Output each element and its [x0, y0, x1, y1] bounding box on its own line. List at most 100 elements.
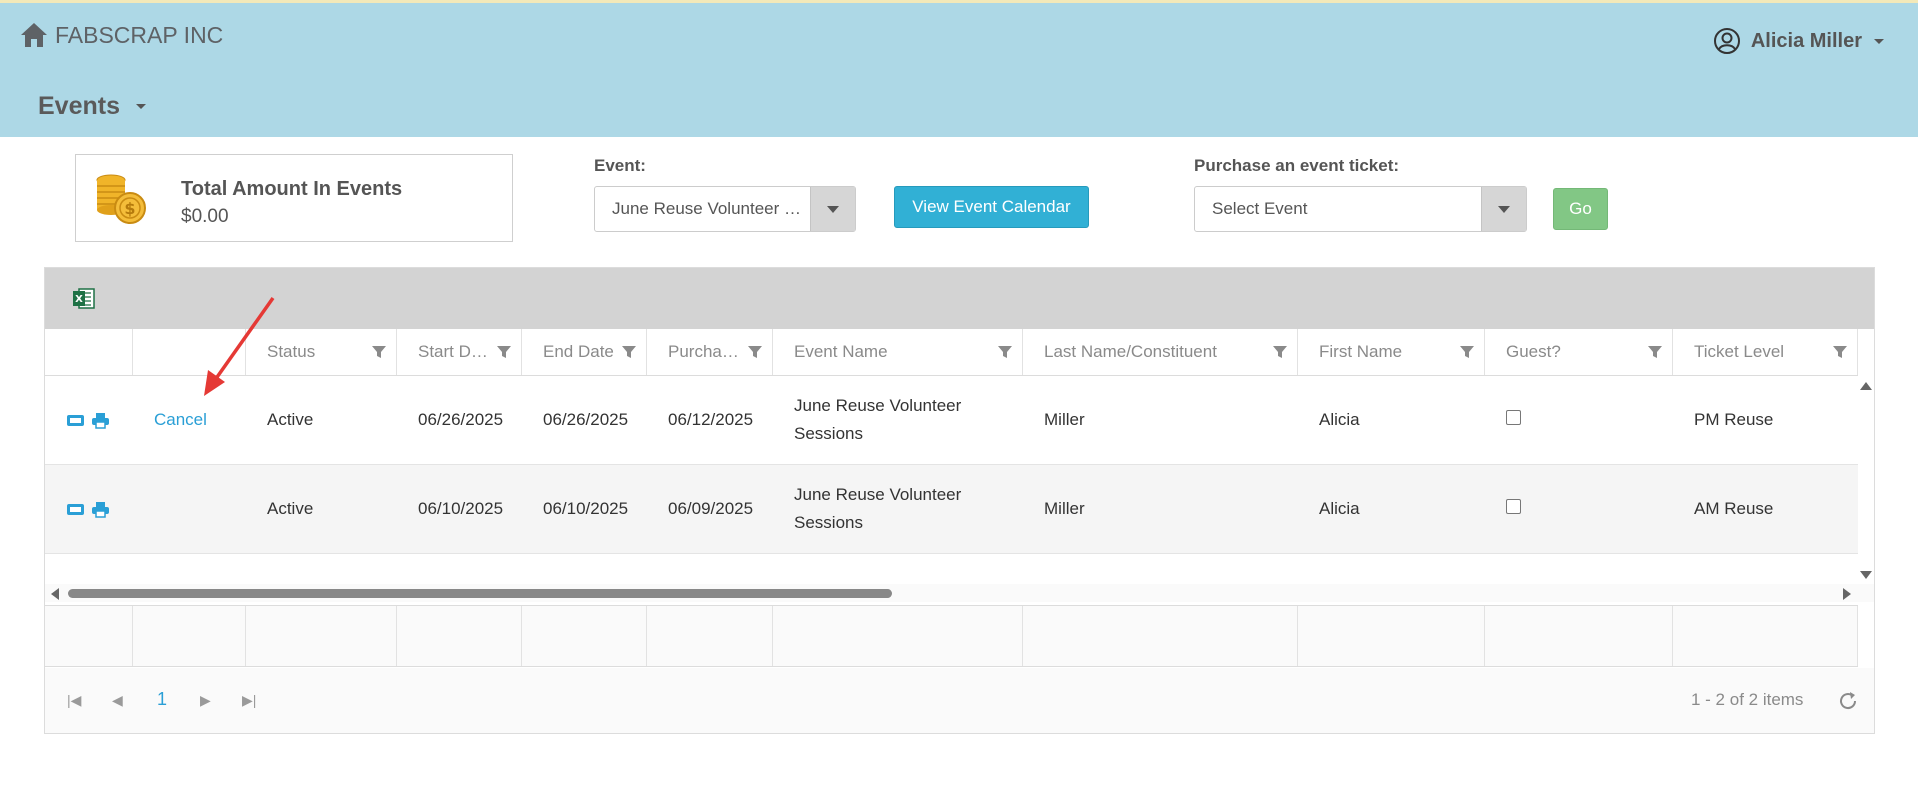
footer-cell: [647, 606, 773, 666]
cell-start-date: 06/26/2025: [418, 410, 504, 429]
row-actions: [45, 465, 133, 553]
row-actions: [45, 376, 133, 464]
purchase-event-select[interactable]: Select Event: [1194, 186, 1527, 232]
header-end-date[interactable]: End Date: [522, 329, 647, 375]
last-page-icon[interactable]: ▶|: [242, 692, 256, 709]
scroll-up-icon[interactable]: [1860, 382, 1872, 390]
filter-icon[interactable]: [1459, 344, 1475, 360]
filter-icon[interactable]: [1647, 344, 1663, 360]
cell-purchase-date: 06/09/2025: [668, 499, 754, 518]
event-filter-select[interactable]: June Reuse Volunteer Sessions: [594, 186, 856, 232]
cell-status: Active: [267, 499, 314, 518]
brand-name: FABSCRAP INC: [55, 21, 224, 48]
home-icon: [21, 23, 47, 47]
cell-last-name: Miller: [1044, 499, 1085, 518]
coins-icon: $: [96, 174, 146, 224]
scrollbar-thumb[interactable]: [68, 589, 892, 598]
footer-cell: [397, 606, 522, 666]
scroll-right-icon[interactable]: [1843, 588, 1851, 600]
cell-action: [133, 465, 246, 553]
footer-cell: [1485, 606, 1673, 666]
footer-cell: [1023, 606, 1298, 666]
user-name: Alicia Miller: [1750, 29, 1862, 52]
chevron-down-icon: [1874, 38, 1884, 44]
print-icon[interactable]: [91, 412, 110, 429]
cell-event-name: June Reuse Volunteer Sessions: [794, 396, 962, 443]
total-amount-card: $ Total Amount In Events $0.00: [75, 154, 513, 242]
header-first-name[interactable]: First Name: [1298, 329, 1485, 375]
prev-page-icon[interactable]: ◀: [112, 692, 123, 709]
brand-link[interactable]: FABSCRAP INC: [19, 21, 223, 49]
cell-guest: [1485, 465, 1673, 553]
cell-guest: [1485, 376, 1673, 464]
filter-icon[interactable]: [621, 344, 637, 360]
guest-checkbox[interactable]: [1506, 498, 1521, 514]
user-circle-icon: [1713, 28, 1740, 54]
guest-checkbox[interactable]: [1506, 409, 1521, 425]
grid-header: Status Start Date End Date Purchase Date…: [45, 329, 1858, 376]
cell-purchase-date: 06/12/2025: [668, 410, 754, 429]
cell-start-date: 06/10/2025: [418, 499, 504, 518]
go-button[interactable]: Go: [1553, 188, 1608, 230]
dropdown-arrow-icon[interactable]: [1481, 187, 1526, 231]
footer-cell: [133, 606, 246, 666]
filter-icon[interactable]: [1272, 344, 1288, 360]
cell-end-date: 06/10/2025: [543, 499, 629, 518]
page-title: Events: [38, 92, 120, 120]
event-filter-value: June Reuse Volunteer Sessions: [612, 199, 810, 218]
pager-info: 1 - 2 of 2 items: [1691, 690, 1804, 709]
table-row: Cancel Active 06/26/2025 06/26/2025 06/1…: [45, 376, 1858, 465]
event-filter-label: Event:: [594, 156, 646, 175]
user-menu[interactable]: Alicia Miller: [1713, 27, 1884, 55]
footer-cell: [522, 606, 647, 666]
dropdown-arrow-icon[interactable]: [810, 187, 855, 231]
filter-icon[interactable]: [747, 344, 763, 360]
print-icon[interactable]: [91, 501, 110, 518]
next-page-icon[interactable]: ▶: [200, 692, 211, 709]
filter-icon[interactable]: [496, 344, 512, 360]
horizontal-scrollbar[interactable]: [45, 584, 1874, 602]
view-event-calendar-button[interactable]: View Event Calendar: [894, 186, 1089, 228]
scroll-down-icon[interactable]: [1860, 571, 1872, 579]
cell-first-name: Alicia: [1319, 499, 1360, 518]
header-guest[interactable]: Guest?: [1485, 329, 1673, 375]
cell-last-name: Miller: [1044, 410, 1085, 429]
cancel-link[interactable]: Cancel: [133, 376, 246, 464]
excel-export-icon[interactable]: X: [71, 286, 96, 311]
cell-first-name: Alicia: [1319, 410, 1360, 429]
header-actions: [45, 329, 133, 375]
header-ticket-level[interactable]: Ticket Level: [1673, 329, 1858, 375]
header-status[interactable]: Status: [246, 329, 397, 375]
cell-end-date: 06/26/2025: [543, 410, 629, 429]
svg-text:X: X: [75, 294, 83, 305]
grid-footer-row: [45, 605, 1858, 667]
cell-ticket-level: AM Reuse: [1694, 499, 1774, 518]
first-page-icon[interactable]: |◀: [67, 692, 81, 709]
header-cancel: [133, 329, 246, 375]
footer-cell: [1298, 606, 1485, 666]
filter-icon[interactable]: [997, 344, 1013, 360]
ticket-icon[interactable]: [66, 501, 85, 518]
purchase-ticket-label: Purchase an event ticket:: [1194, 156, 1400, 175]
footer-cell: [1673, 606, 1858, 666]
footer-cell: [246, 606, 397, 666]
header-start-date[interactable]: Start Date: [397, 329, 522, 375]
page-number[interactable]: 1: [157, 689, 167, 710]
filter-icon[interactable]: [371, 344, 387, 360]
cell-status: Active: [267, 410, 314, 429]
table-row: Active 06/10/2025 06/10/2025 06/09/2025 …: [45, 465, 1858, 554]
header-event-name[interactable]: Event Name: [773, 329, 1023, 375]
header-last-name[interactable]: Last Name/Constituent: [1023, 329, 1298, 375]
purchase-event-value: Select Event: [1212, 199, 1308, 218]
ticket-icon[interactable]: [66, 412, 85, 429]
refresh-icon[interactable]: [1837, 690, 1859, 712]
footer-cell: [773, 606, 1023, 666]
filter-icon[interactable]: [1832, 344, 1848, 360]
header-purchase-date[interactable]: Purchase Date: [647, 329, 773, 375]
scroll-left-icon[interactable]: [51, 588, 59, 600]
events-grid: X Status Start Date End Date Purchase Da…: [44, 267, 1875, 734]
events-menu[interactable]: Events: [38, 92, 146, 121]
grid-toolbar: X: [45, 268, 1874, 329]
svg-text:$: $: [124, 199, 135, 218]
total-amount-label: Total Amount In Events: [181, 178, 403, 200]
